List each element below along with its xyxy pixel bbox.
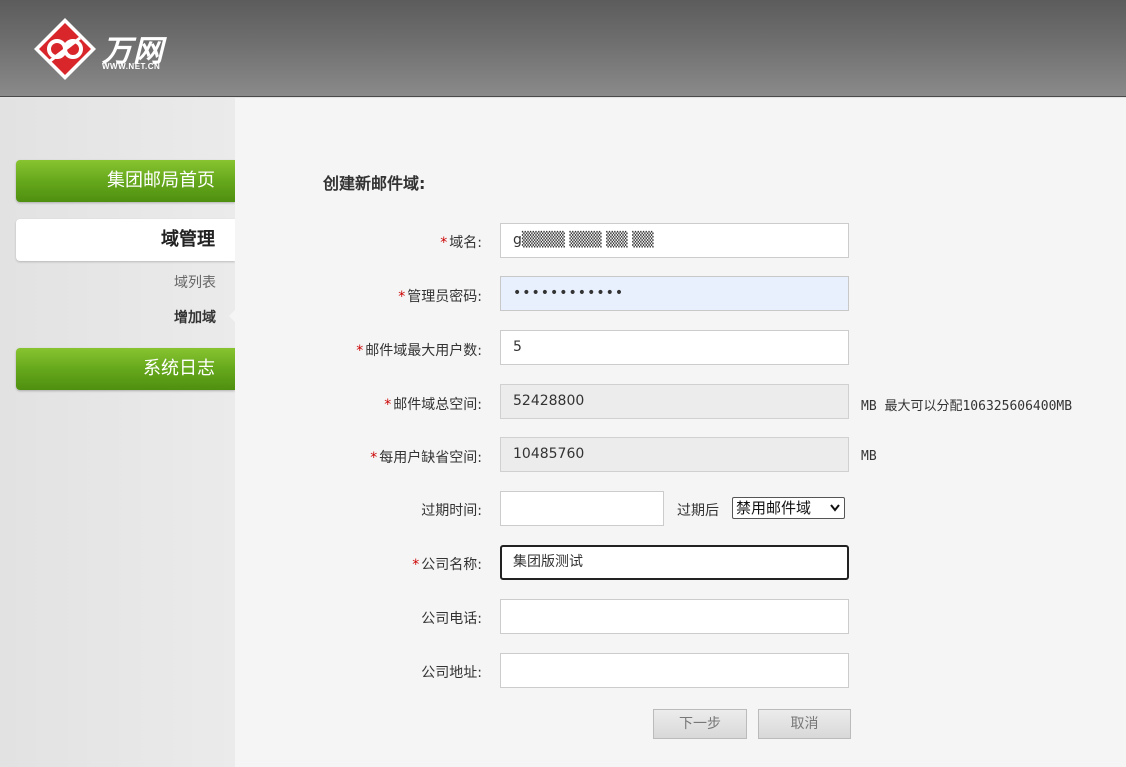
default-space-input: 10485760 (500, 437, 849, 472)
expire-time-input[interactable] (500, 491, 664, 526)
top-header: 万网 WWW.NET.CN (0, 0, 1126, 97)
main-content: 创建新邮件域: * 域名: g▒▒▒▒ ▒▒▒ ▒▒ ▒▒ * 管理员密码: •••… (235, 98, 1126, 767)
after-expire-label: 过期后 (677, 503, 719, 519)
nav-item-system-log[interactable]: 系统日志 (16, 348, 235, 390)
required-mark: * (384, 397, 392, 413)
subnav-item-domain-list[interactable]: 域列表 (174, 272, 216, 292)
sidebar: 集团邮局首页 域管理 域列表 增加域 系统日志 (0, 98, 236, 767)
expire-time-label: 过期时间: (421, 503, 482, 519)
default-space-unit: MB (861, 449, 877, 464)
max-users-input[interactable]: 5 (500, 330, 849, 365)
total-space-label: * 邮件域总空间: (384, 397, 482, 413)
chevron-down-icon (829, 499, 841, 523)
total-space-input: 52428800 (500, 384, 849, 419)
required-mark: * (440, 235, 448, 251)
required-mark: * (412, 557, 420, 573)
company-name-label: * 公司名称: (412, 557, 482, 573)
total-space-note: MB 最大可以分配106325606400MB (861, 399, 1073, 414)
nav-item-domain-management[interactable]: 域管理 (16, 219, 235, 261)
company-phone-input[interactable] (500, 599, 849, 634)
max-users-label: * 邮件域最大用户数: (356, 343, 482, 359)
domain-label: * 域名: (440, 235, 482, 251)
default-space-label: * 每用户缺省空间: (370, 450, 482, 466)
company-address-input[interactable] (500, 653, 849, 688)
required-mark: * (398, 289, 406, 305)
company-name-input[interactable]: 集团版测试 (500, 545, 849, 580)
brand-url: WWW.NET.CN (102, 62, 161, 71)
admin-password-input[interactable]: •••••••••••• (500, 276, 849, 311)
admin-password-label: * 管理员密码: (398, 289, 482, 305)
required-mark: * (356, 343, 364, 359)
next-step-button[interactable]: 下一步 (653, 709, 747, 739)
subnav-item-add-domain[interactable]: 增加域 (174, 307, 216, 327)
company-address-label: 公司地址: (421, 665, 482, 681)
page-title: 创建新邮件域: (323, 174, 426, 193)
wanwang-logo-icon (34, 18, 96, 80)
nav-item-home[interactable]: 集团邮局首页 (16, 160, 235, 202)
after-expire-select[interactable]: 禁用邮件域 (732, 497, 845, 519)
after-expire-select-value: 禁用邮件域 (736, 499, 812, 517)
required-mark: * (370, 450, 378, 466)
company-phone-label: 公司电话: (421, 611, 482, 627)
cancel-button[interactable]: 取消 (758, 709, 851, 739)
domain-input[interactable]: g▒▒▒▒ ▒▒▒ ▒▒ ▒▒ (500, 223, 849, 258)
brand-logo[interactable]: 万网 WWW.NET.CN (32, 16, 192, 80)
